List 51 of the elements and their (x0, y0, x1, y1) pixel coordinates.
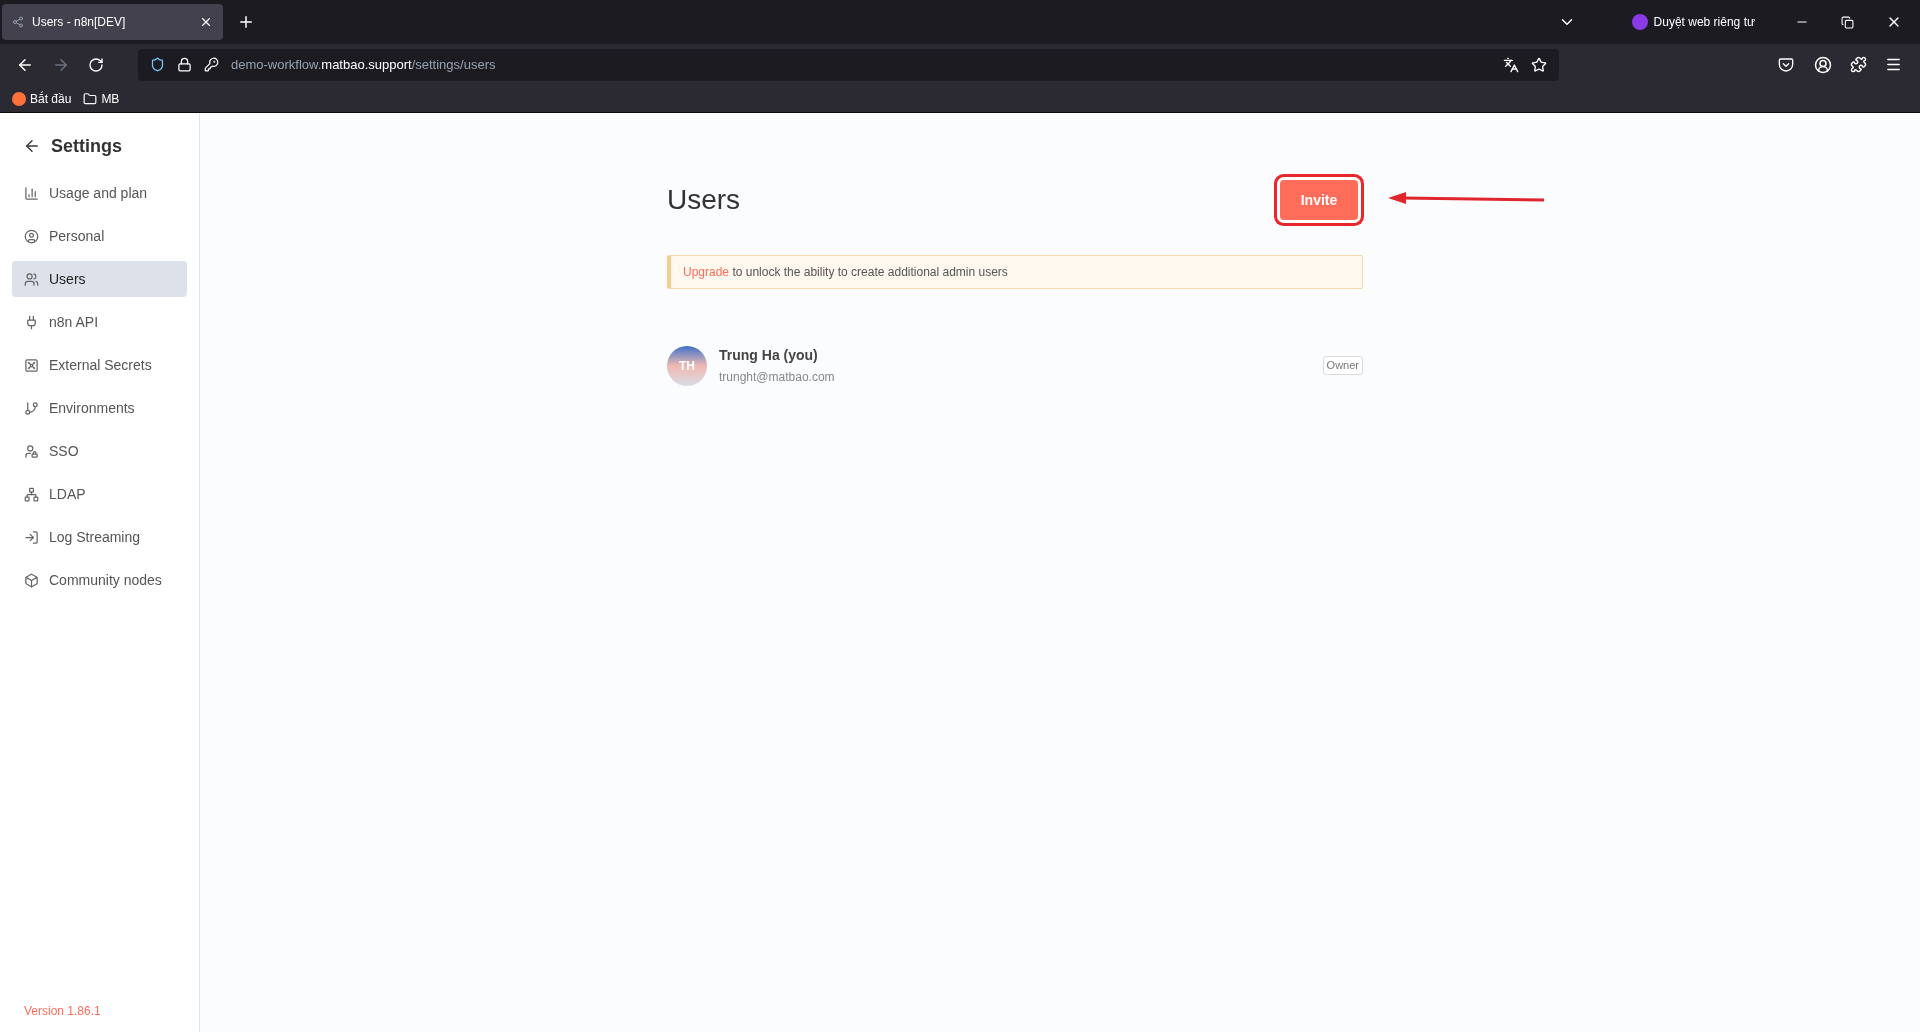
address-bar[interactable]: demo-workflow.matbao.support/settings/users (138, 48, 1559, 81)
shield-icon (150, 57, 165, 72)
user-email: trunght@matbao.com (719, 369, 836, 386)
sidebar-item[interactable]: Users (12, 261, 187, 297)
browser-tab[interactable]: Users - n8n[DEV] (2, 4, 223, 40)
user-circle-icon (24, 228, 39, 244)
git-branch-icon (24, 400, 39, 416)
menu-icon[interactable] (1885, 56, 1902, 73)
sidebar-item[interactable]: Log Streaming (12, 519, 187, 555)
user-name: Trung Ha (you) (719, 346, 819, 365)
account-icon[interactable] (1814, 55, 1832, 74)
private-browsing-label: Duyệt web riêng tư (1653, 14, 1755, 31)
sidebar-item[interactable]: External Secrets (12, 347, 187, 383)
user-avatar: TH (667, 345, 707, 386)
sidebar-item[interactable]: Personal (12, 218, 187, 254)
folder-icon (83, 91, 98, 106)
key-icon (204, 57, 219, 72)
close-icon[interactable] (199, 15, 213, 29)
sidebar-item[interactable]: LDAP (12, 476, 187, 512)
url-text: demo-workflow.matbao.support/settings/users (231, 55, 497, 74)
sidebar-item[interactable]: Usage and plan (12, 175, 187, 211)
bar-chart-icon (24, 185, 39, 201)
log-in-icon (24, 529, 39, 545)
reload-icon[interactable] (88, 56, 104, 73)
role-tag: Owner (1322, 356, 1363, 375)
new-tab-icon[interactable] (237, 13, 255, 31)
users-icon (24, 271, 39, 287)
plug-icon (24, 314, 39, 330)
vault-icon (24, 357, 39, 373)
user-lock-icon (24, 443, 39, 459)
translate-icon[interactable] (1503, 56, 1519, 73)
version-text: Version 1.86.1 (23, 1003, 102, 1020)
sidebar-item[interactable]: Community nodes (12, 562, 187, 598)
sidebar-item[interactable]: n8n API (12, 304, 187, 340)
bookmark-item[interactable]: MB (83, 89, 120, 108)
bookmark-item[interactable]: Bắt đầu (12, 89, 72, 108)
page-title: Users (667, 183, 741, 217)
extensions-icon[interactable] (1850, 56, 1867, 73)
workflow-icon (12, 16, 24, 28)
star-icon[interactable] (1531, 56, 1547, 73)
sidebar-item[interactable]: SSO (12, 433, 187, 469)
tab-title: Users - n8n[DEV] (32, 14, 127, 31)
pocket-icon[interactable] (1778, 56, 1794, 73)
box-icon (24, 572, 39, 588)
restore-icon[interactable] (1841, 15, 1854, 29)
sidebar-title: Settings (51, 134, 122, 158)
lock-icon (177, 57, 192, 72)
banner-text: Upgrade to unlock the ability to create additional admin users (683, 264, 1008, 281)
sidebar-item[interactable]: Environments (12, 390, 187, 426)
network-icon (24, 486, 39, 502)
back-icon[interactable] (23, 137, 41, 155)
